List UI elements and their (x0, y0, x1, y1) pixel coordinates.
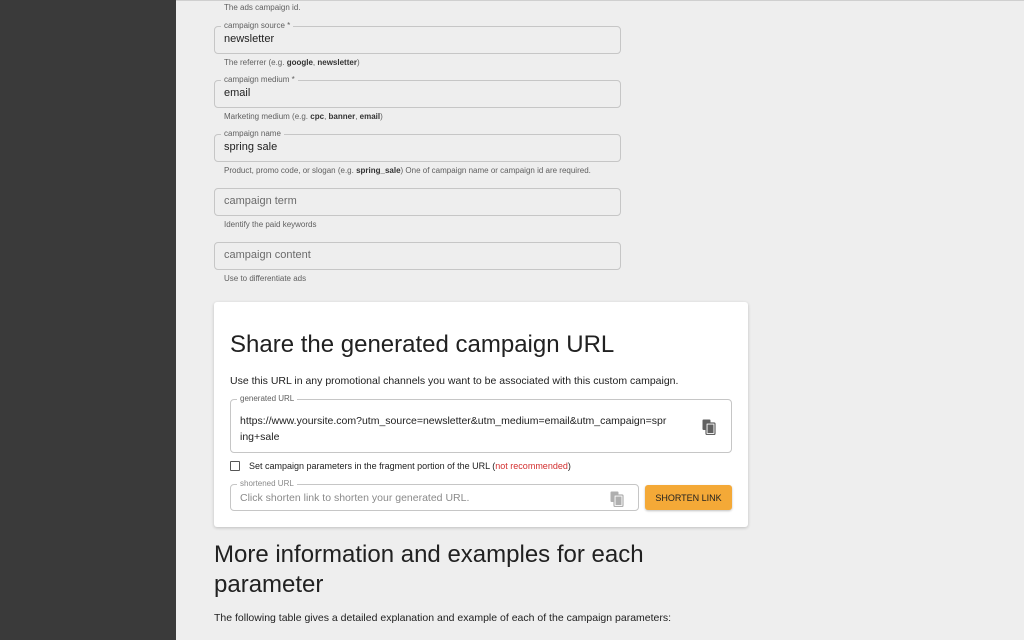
helper-text: ) (356, 58, 360, 67)
helper-example: cpc (310, 112, 325, 121)
campaign-name-field[interactable]: campaign name spring sale (214, 129, 621, 162)
helper-text: Marketing medium (e.g. (224, 112, 311, 121)
campaign-term-field[interactable]: campaign term (214, 188, 621, 216)
helper-example: banner (328, 112, 356, 121)
helper-example: google (286, 58, 313, 67)
campaign-name-helper: Product, promo code, or slogan (e.g. spr… (224, 166, 591, 175)
campaign-content-placeholder: campaign content (224, 249, 311, 261)
share-description: Use this URL in any promotional channels… (230, 375, 679, 387)
generated-url-label: generated URL (237, 394, 298, 404)
fragment-warning: not recommended (495, 461, 568, 471)
helper-text: ) One of campaign name or campaign id ar… (400, 166, 591, 175)
helper-example: newsletter (317, 58, 357, 67)
campaign-id-helper: The ads campaign id. (224, 3, 301, 12)
copy-icon[interactable] (702, 419, 716, 436)
campaign-content-helper: Use to differentiate ads (224, 274, 307, 283)
helper-example: email (359, 112, 381, 121)
campaign-name-label: campaign name (221, 129, 284, 139)
fragment-label: Set campaign parameters in the fragment … (249, 461, 496, 471)
top-divider (176, 0, 1024, 1)
generated-url-field[interactable]: generated URL https://www.yoursite.com?u… (230, 394, 732, 453)
campaign-term-helper: Identify the paid keywords (224, 220, 317, 229)
campaign-medium-label: campaign medium * (221, 75, 298, 85)
campaign-term-placeholder: campaign term (224, 195, 297, 207)
helper-text: The referrer (e.g. (224, 58, 287, 67)
more-info-title: More information and examples for each p… (214, 541, 644, 598)
copy-icon[interactable] (610, 491, 624, 508)
campaign-medium-helper: Marketing medium (e.g. cpc, banner, emai… (224, 112, 383, 121)
campaign-medium-field[interactable]: campaign medium * email (214, 75, 621, 108)
campaign-source-value: newsletter (224, 33, 275, 45)
campaign-medium-value: email (224, 87, 251, 99)
shorten-link-button[interactable]: SHORTEN LINK (645, 485, 732, 510)
fragment-close: ) (567, 461, 571, 471)
campaign-content-field[interactable]: campaign content (214, 242, 621, 270)
campaign-source-helper: The referrer (e.g. google, newsletter) (224, 58, 360, 67)
fragment-checkbox[interactable] (230, 461, 240, 471)
campaign-source-field[interactable]: campaign source * newsletter (214, 21, 621, 54)
left-sidebar (0, 0, 176, 640)
fragment-option[interactable]: Set campaign parameters in the fragment … (230, 459, 571, 473)
shortened-url-label: shortened URL (237, 479, 297, 489)
campaign-name-value: spring sale (224, 141, 278, 153)
campaign-source-label: campaign source * (221, 21, 294, 31)
more-info-description: The following table gives a detailed exp… (214, 612, 672, 624)
helper-text: ) (380, 112, 383, 121)
share-url-card: Share the generated campaign URL Use thi… (214, 302, 748, 527)
share-title: Share the generated campaign URL (230, 331, 615, 358)
shortened-url-placeholder: Click shorten link to shorten your gener… (240, 492, 470, 504)
helper-text: Product, promo code, or slogan (e.g. (224, 166, 357, 175)
generated-url-value: https://www.yoursite.com?utm_source=news… (240, 415, 667, 443)
shortened-url-field[interactable]: shortened URL Click shorten link to shor… (230, 479, 639, 511)
helper-example: spring_sale (356, 166, 401, 175)
